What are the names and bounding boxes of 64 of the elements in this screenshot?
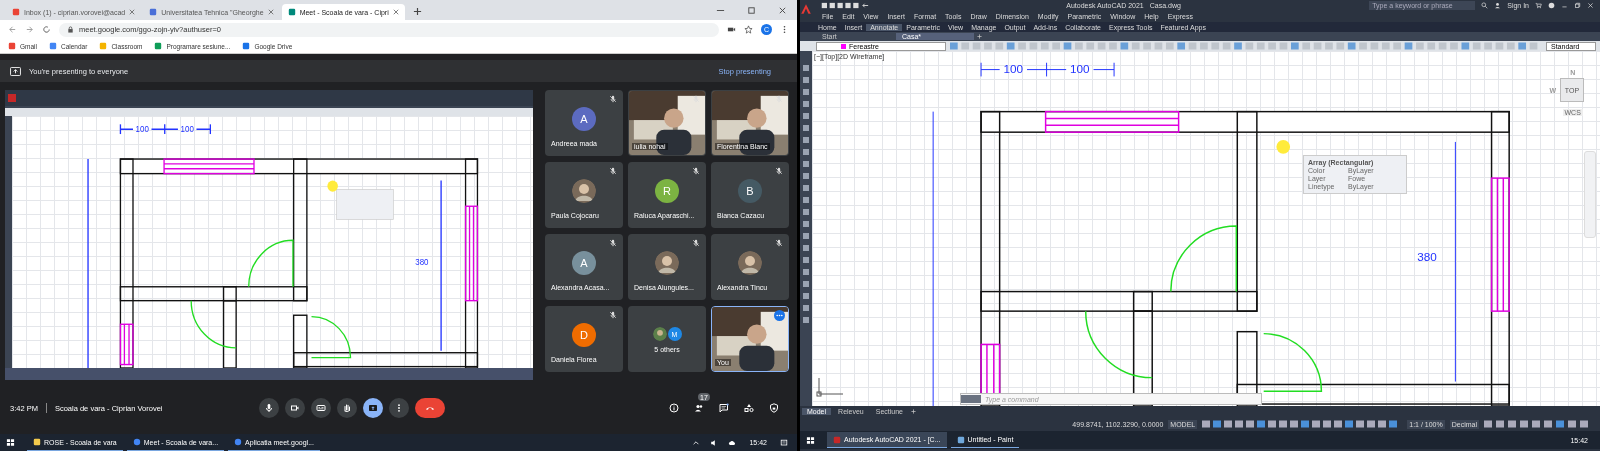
reload-icon[interactable] — [42, 25, 51, 34]
end-call-button[interactable] — [414, 398, 445, 418]
microphone-icon — [263, 403, 274, 413]
dimension-label: 100 — [1003, 62, 1024, 76]
cart-icon[interactable] — [1535, 2, 1542, 9]
close-icon[interactable] — [129, 9, 136, 15]
app-icon — [12, 8, 20, 16]
app-icon — [132, 438, 141, 446]
star-icon[interactable] — [744, 25, 753, 34]
search-icon[interactable] — [1481, 2, 1489, 9]
camera-button[interactable] — [284, 398, 305, 418]
present-button[interactable] — [362, 398, 383, 418]
add-layout-icon[interactable] — [910, 408, 917, 415]
info-icon[interactable] — [669, 403, 679, 413]
present-screen-icon — [367, 403, 378, 413]
people-icon[interactable] — [694, 403, 704, 413]
present-screen-icon — [10, 66, 21, 76]
user-icon[interactable] — [1494, 2, 1502, 9]
more-options-icon[interactable] — [774, 310, 785, 321]
more-options-button[interactable] — [388, 398, 409, 418]
close-icon[interactable] — [778, 6, 787, 15]
restore-icon[interactable] — [1574, 2, 1581, 9]
dimension-label: 380 — [1417, 250, 1437, 264]
shapes-icon[interactable] — [744, 403, 754, 413]
app-icon — [99, 42, 108, 50]
chat-icon[interactable] — [719, 403, 729, 413]
camera-icon[interactable] — [727, 25, 736, 34]
cloud-icon[interactable] — [728, 438, 737, 447]
avatar-initial: A — [572, 251, 596, 275]
chevron-up-icon[interactable] — [692, 438, 701, 447]
raise-hand-button[interactable] — [336, 398, 357, 418]
close-icon[interactable] — [267, 9, 274, 15]
windows-start-icon[interactable] — [806, 435, 815, 445]
avatar-initial: R — [655, 179, 679, 203]
hand-icon — [341, 403, 352, 413]
app-icon — [49, 42, 57, 50]
microphone-button[interactable] — [258, 398, 279, 418]
app-icon — [8, 42, 16, 50]
avatar-initial: D — [572, 323, 596, 347]
app-icon — [287, 8, 296, 16]
folder-icon — [33, 438, 41, 446]
avatar-initial: A — [572, 107, 596, 131]
app-icon — [242, 42, 251, 50]
app-icon — [956, 435, 965, 444]
app-icon — [234, 438, 243, 446]
dimension-label: 100 — [1070, 62, 1090, 76]
notification-icon[interactable] — [780, 438, 788, 447]
autocad-logo-icon[interactable] — [800, 2, 812, 15]
captions-button[interactable] — [310, 398, 331, 418]
captions-icon — [315, 403, 326, 413]
shield-lock-icon[interactable] — [769, 403, 779, 413]
avatar-initial: B — [738, 179, 762, 203]
cursor-highlight-icon — [1276, 140, 1291, 154]
camera-icon — [289, 403, 300, 413]
ucs-axis-icon — [816, 377, 846, 397]
cursor-highlight-icon — [327, 180, 338, 192]
new-tab-icon[interactable] — [412, 7, 422, 16]
app-icon — [154, 42, 163, 50]
maximize-icon[interactable] — [747, 6, 756, 15]
app-icon — [149, 8, 158, 16]
windows-start-icon[interactable] — [6, 438, 15, 447]
app-icon — [833, 435, 841, 444]
close-icon[interactable] — [392, 9, 399, 15]
tooltip-drawing — [336, 189, 394, 220]
